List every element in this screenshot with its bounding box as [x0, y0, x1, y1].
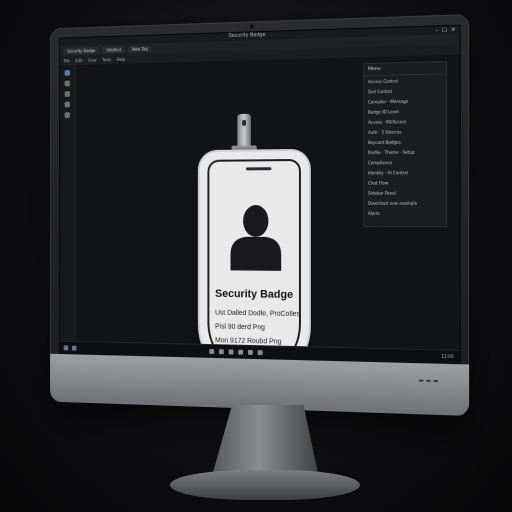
webcam-icon [250, 24, 254, 28]
menu-view[interactable]: View [88, 57, 97, 62]
person-icon [229, 201, 284, 271]
menu-edit[interactable]: Edit [75, 58, 82, 63]
debug-icon[interactable] [65, 102, 70, 108]
monitor-stand-base [170, 470, 360, 500]
app-icon[interactable] [219, 349, 224, 354]
tab-security-badge[interactable]: Security Badge [64, 46, 99, 54]
screen: Security Badge – □ ✕ Security Badge Unti… [59, 25, 461, 367]
badge-title: Security Badge [215, 288, 293, 301]
panel-item[interactable]: Compliance [364, 156, 446, 167]
minimize-button[interactable]: – [435, 27, 438, 33]
left-sidebar [60, 65, 75, 342]
panel-item[interactable]: Sidebar Panel [364, 187, 446, 198]
menu-file[interactable]: File [64, 58, 70, 63]
taskbar-clock: 12:00 [441, 354, 453, 359]
monitor: Security Badge – □ ✕ Security Badge Unti… [50, 14, 469, 416]
tab-new[interactable]: New Tab [128, 45, 151, 53]
app-icon[interactable] [248, 350, 253, 355]
window-controls: – □ ✕ [435, 27, 455, 34]
git-icon[interactable] [65, 91, 70, 97]
start-icon[interactable] [64, 345, 69, 350]
right-panel: Menu Access Control Dell Control Compile… [363, 61, 447, 227]
chin-ports [419, 380, 438, 383]
panel-item[interactable]: Alerts [364, 208, 446, 218]
tab-untitled[interactable]: Untitled [103, 46, 125, 53]
clip-hole [242, 120, 246, 126]
app-icon[interactable] [258, 350, 263, 355]
app-icon[interactable] [229, 349, 234, 354]
badge-line: Pisl 90 derd Png [215, 323, 265, 331]
badge-slot [246, 167, 271, 170]
extensions-icon[interactable] [65, 112, 70, 118]
folder-icon[interactable] [65, 70, 70, 76]
menu-tools[interactable]: Tools [102, 57, 111, 62]
taskbar-left [64, 345, 77, 350]
search-icon[interactable] [72, 346, 77, 351]
app-icon[interactable] [209, 349, 214, 354]
panel-item[interactable]: Download new example [364, 198, 446, 208]
close-button[interactable]: ✕ [451, 27, 455, 33]
badge-line: Ust Dalled Dodle, ProCoIles [215, 310, 300, 318]
security-badge: Security Badge Ust Dalled Dodle, ProCoIl… [200, 151, 309, 366]
search-icon[interactable] [65, 81, 70, 87]
app-icon[interactable] [238, 350, 243, 355]
panel-item[interactable]: Identity · Hi Control [364, 167, 446, 178]
panel-item[interactable]: Chat Flow [364, 177, 446, 188]
window-title: Security Badge [229, 32, 266, 39]
maximize-button[interactable]: □ [442, 27, 447, 33]
taskbar-apps [209, 349, 262, 355]
menu-help[interactable]: Help [117, 56, 125, 61]
badge-border: Security Badge Ust Dalled Dodle, ProCoIl… [207, 159, 300, 366]
